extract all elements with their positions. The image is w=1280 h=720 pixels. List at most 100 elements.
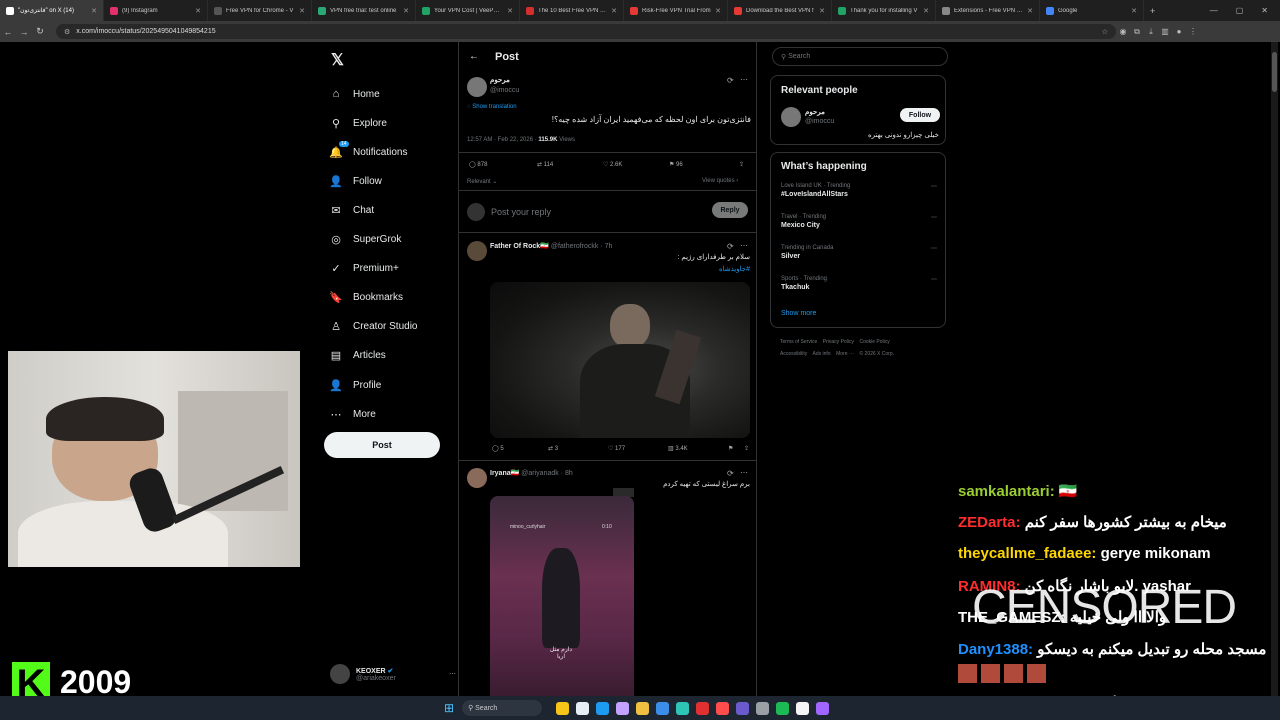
browser-tab[interactable]: "فانتزی‌تون" on X (14) ✕ (0, 0, 104, 21)
scrollbar-thumb[interactable] (1272, 52, 1277, 92)
person-avatar[interactable] (781, 107, 801, 127)
tab-close-icon[interactable]: ✕ (403, 7, 409, 15)
site-info-icon[interactable]: ⚙ (64, 28, 70, 36)
sort-relevant-dropdown[interactable]: Relevant ⌄ (467, 178, 497, 185)
trend-more-icon[interactable]: ⋯ (931, 214, 937, 221)
extension-icon[interactable]: ◉ (1116, 27, 1130, 36)
browser-tab[interactable]: (9) Instagram ✕ (104, 0, 208, 21)
show-more-link[interactable]: Show more (781, 310, 816, 317)
maximize-icon[interactable]: ▢ (1236, 6, 1244, 15)
share-icon[interactable]: ⇪ (739, 161, 744, 168)
reply-author-name[interactable]: Father Of Rock🇮🇷 (490, 243, 549, 250)
tab-close-icon[interactable]: ✕ (715, 7, 721, 15)
nav-item-premium[interactable]: ✓ Premium+ (329, 261, 398, 275)
reply-author-name[interactable]: Iryana🇮🇷 (490, 470, 519, 477)
bookmark-action[interactable]: ⚑ 96 (669, 161, 683, 168)
grok-icon[interactable]: ⟳ (727, 469, 734, 478)
footer-links[interactable]: Terms of Service Privacy Policy Cookie P… (780, 339, 890, 345)
app-icon[interactable] (816, 701, 830, 715)
reply-video[interactable]: minoo_curlyhair 0:10 دارم مثل اریا (490, 496, 634, 696)
browser-tab[interactable]: VPN free trial: test online ✕ (312, 0, 416, 21)
browser-tab[interactable]: Risk-Free VPN Trial From ✕ (624, 0, 728, 21)
forward-icon[interactable]: → (16, 27, 32, 37)
download-icon[interactable]: ⤓ (1144, 27, 1158, 37)
grok-icon[interactable]: ⟳ (727, 242, 734, 251)
copilot-icon[interactable] (616, 701, 630, 715)
search-input[interactable]: ⚲ Search (772, 47, 948, 66)
trend-item[interactable]: Sports · Trending Tkachuk ⋯ (781, 276, 937, 291)
obs-icon[interactable] (796, 701, 810, 715)
nav-item-profile[interactable]: 👤 Profile (329, 378, 381, 392)
browser-tab[interactable]: Extensions - Free VPN for ✕ (936, 0, 1040, 21)
taskview-icon[interactable] (576, 701, 590, 715)
sidepanel-icon[interactable]: ▥ (1158, 27, 1172, 36)
new-tab-button[interactable]: + (1150, 6, 1155, 16)
footer-links[interactable]: Accessibility Ads info More ··· © 2026 X… (780, 351, 894, 357)
nav-item-follow[interactable]: 👤 Follow (329, 174, 382, 188)
tab-close-icon[interactable]: ✕ (819, 7, 825, 15)
repost-action[interactable]: ⇄ 3 (548, 445, 558, 452)
browser-tab[interactable]: Free VPN for Chrome - V ✕ (208, 0, 312, 21)
reply-more-icon[interactable]: ⋯ (740, 468, 748, 477)
nav-item-bookmarks[interactable]: 🔖 Bookmarks (329, 290, 403, 304)
tab-close-icon[interactable]: ✕ (507, 7, 513, 15)
edge-icon[interactable] (656, 701, 670, 715)
compose-post-button[interactable]: Post (324, 432, 440, 458)
x-logo-icon[interactable]: 𝕏 (331, 50, 344, 70)
bookmark-icon[interactable]: ⚑ (728, 445, 733, 452)
hashtag-link[interactable]: #جاویدشاه (490, 265, 750, 273)
app-icon[interactable] (716, 701, 730, 715)
spotify-icon[interactable] (776, 701, 790, 715)
nav-item-chat[interactable]: ✉ Chat (329, 203, 374, 217)
browser-tab[interactable]: Download the Best VPN f ✕ (728, 0, 832, 21)
steam-icon[interactable] (756, 701, 770, 715)
photos-icon[interactable] (676, 701, 690, 715)
back-arrow-icon[interactable]: ← (469, 51, 479, 62)
close-window-icon[interactable]: ✕ (1261, 6, 1268, 15)
views-action[interactable]: ▥ 3.4K (668, 445, 688, 452)
minimize-icon[interactable]: — (1210, 6, 1218, 15)
author-handle[interactable]: @imoccu (490, 87, 519, 94)
tab-close-icon[interactable]: ✕ (195, 7, 201, 15)
browser-tab[interactable]: Thank you for installing V ✕ (832, 0, 936, 21)
tab-close-icon[interactable]: ✕ (299, 7, 305, 15)
discord-icon[interactable] (736, 701, 750, 715)
youtube-icon[interactable] (696, 701, 710, 715)
reload-icon[interactable]: ↻ (32, 26, 48, 37)
view-quotes-link[interactable]: View quotes › (702, 178, 738, 184)
reply-avatar[interactable] (467, 241, 487, 261)
trend-item[interactable]: Love Island UK · Trending #LoveIslandAllS… (781, 183, 937, 198)
like-action[interactable]: ♡ 177 (608, 445, 625, 452)
windows-start-icon[interactable]: ⊞ (444, 701, 454, 715)
tab-close-icon[interactable]: ✕ (1131, 7, 1137, 15)
trend-more-icon[interactable]: ⋯ (931, 245, 937, 252)
reply-action[interactable]: ◯ 5 (492, 445, 504, 452)
author-name[interactable]: مرحوم (490, 76, 510, 84)
nav-item-more[interactable]: ⋯ More (329, 407, 376, 421)
reply-input[interactable]: Post your reply (491, 207, 551, 217)
repost-action[interactable]: ⇄ 114 (537, 161, 553, 168)
back-icon[interactable]: ← (0, 27, 16, 37)
reply-author-handle[interactable]: @fatherofrockk (551, 243, 599, 250)
extensions-puzzle-icon[interactable]: ⧉ (1130, 27, 1144, 37)
post-more-icon[interactable]: ⋯ (740, 75, 748, 84)
reply-action[interactable]: ◯ 878 (469, 161, 487, 168)
nav-item-articles[interactable]: ▤ Articles (329, 348, 386, 362)
tab-close-icon[interactable]: ✕ (611, 7, 617, 15)
files-icon[interactable] (636, 701, 650, 715)
trend-item[interactable]: Travel · Trending Mexico City ⋯ (781, 214, 937, 229)
browser-tab[interactable]: Your VPN Cost | VeePN Pr ✕ (416, 0, 520, 21)
reply-author-handle[interactable]: @ariyanadk (521, 470, 558, 477)
author-avatar[interactable] (467, 77, 487, 97)
tab-close-icon[interactable]: ✕ (923, 7, 929, 15)
reply-image[interactable] (490, 282, 750, 438)
nav-item-creator-studio[interactable]: ♙ Creator Studio (329, 319, 417, 333)
reply-more-icon[interactable]: ⋯ (740, 241, 748, 250)
widget-icon[interactable] (556, 701, 570, 715)
show-translation-link[interactable]: ◌ Show translation (467, 104, 517, 110)
grok-icon[interactable]: ⟳ (727, 76, 734, 85)
reply-button[interactable]: Reply (712, 202, 748, 218)
tab-close-icon[interactable]: ✕ (91, 7, 97, 15)
bookmark-star-icon[interactable]: ☆ (1102, 28, 1108, 36)
trend-more-icon[interactable]: ⋯ (931, 183, 937, 190)
